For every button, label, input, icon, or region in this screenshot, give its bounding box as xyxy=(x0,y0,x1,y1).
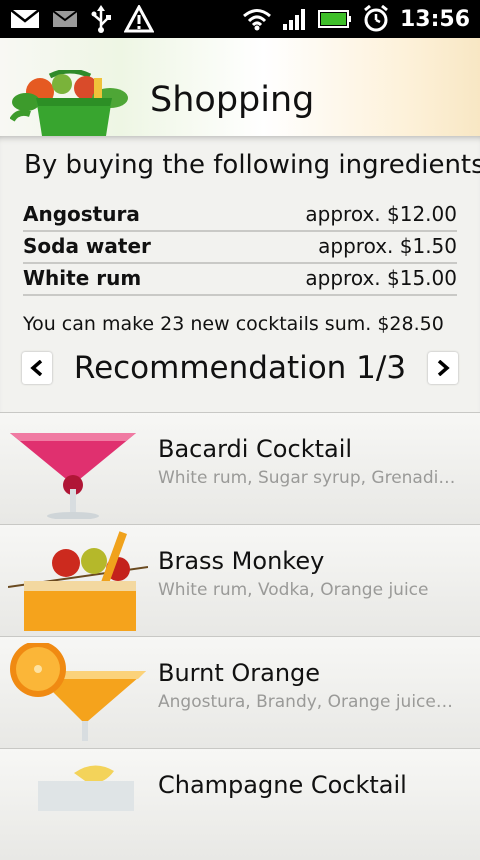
cocktail-ingredients: White rum, Vodka, Orange juice xyxy=(158,580,429,600)
cocktail-name: Brass Monkey xyxy=(158,547,325,575)
warning-icon xyxy=(124,5,154,33)
ingredient-name: White rum xyxy=(23,266,142,290)
clock: 13:56 xyxy=(399,6,470,32)
orange-highball-icon xyxy=(7,531,149,631)
cocktail-name: Burnt Orange xyxy=(158,659,321,687)
cocktail-ingredients: White rum, Sugar syrup, Grenadin... xyxy=(158,468,458,488)
recommendation-pager: Recommendation 1/3 xyxy=(22,350,458,390)
ingredient-price: approx. $12.00 xyxy=(305,202,457,226)
chevron-left-icon xyxy=(30,360,43,376)
signal-icon xyxy=(282,7,308,31)
pink-martini-icon xyxy=(8,419,148,520)
page-title: Shopping xyxy=(150,80,315,120)
mail-icon xyxy=(10,8,40,30)
list-item[interactable]: Bacardi Cocktail White rum, Sugar syrup,… xyxy=(0,412,480,524)
ingredient-name: Soda water xyxy=(23,234,151,258)
chevron-right-icon xyxy=(437,360,450,376)
ingredient-price: approx. $1.50 xyxy=(318,234,457,258)
cocktail-list: Bacardi Cocktail White rum, Sugar syrup,… xyxy=(0,412,480,860)
usb-icon xyxy=(90,5,112,33)
previous-recommendation-button[interactable] xyxy=(22,352,52,384)
system-icons: 13:56 xyxy=(242,4,470,34)
notification-icons xyxy=(10,5,154,33)
ingredient-row: Angostura approx. $12.00 xyxy=(23,198,457,232)
status-bar: 13:56 xyxy=(0,0,480,38)
ingredient-row: White rum approx. $15.00 xyxy=(23,262,457,296)
wifi-icon xyxy=(242,7,272,31)
total-text: You can make 23 new cocktails sum. $28.5… xyxy=(23,313,444,335)
shopping-summary: By buying the following ingredients: Ang… xyxy=(0,136,480,412)
ingredient-row: Soda water approx. $1.50 xyxy=(23,230,457,264)
summary-heading: By buying the following ingredients: xyxy=(24,150,480,180)
cocktail-name: Bacardi Cocktail xyxy=(158,435,353,463)
battery-icon xyxy=(317,8,352,30)
orange-martini-icon xyxy=(8,641,148,743)
next-recommendation-button[interactable] xyxy=(428,352,458,384)
cocktail-ingredients: Angostura, Brandy, Orange juice, I... xyxy=(158,692,458,712)
ingredient-price: approx. $15.00 xyxy=(305,266,457,290)
cocktail-name: Champagne Cocktail xyxy=(158,771,407,799)
grocery-bag-icon xyxy=(9,68,132,140)
mail-gray-icon xyxy=(52,8,78,30)
list-item[interactable]: Champagne Cocktail xyxy=(0,748,480,860)
app-header: Shopping xyxy=(0,38,480,136)
champagne-icon xyxy=(8,755,148,855)
recommendation-label: Recommendation 1/3 xyxy=(73,350,407,386)
alarm-icon xyxy=(362,5,390,33)
list-item[interactable]: Burnt Orange Angostura, Brandy, Orange j… xyxy=(0,636,480,748)
list-item[interactable]: Brass Monkey White rum, Vodka, Orange ju… xyxy=(0,524,480,636)
ingredient-name: Angostura xyxy=(23,202,140,226)
